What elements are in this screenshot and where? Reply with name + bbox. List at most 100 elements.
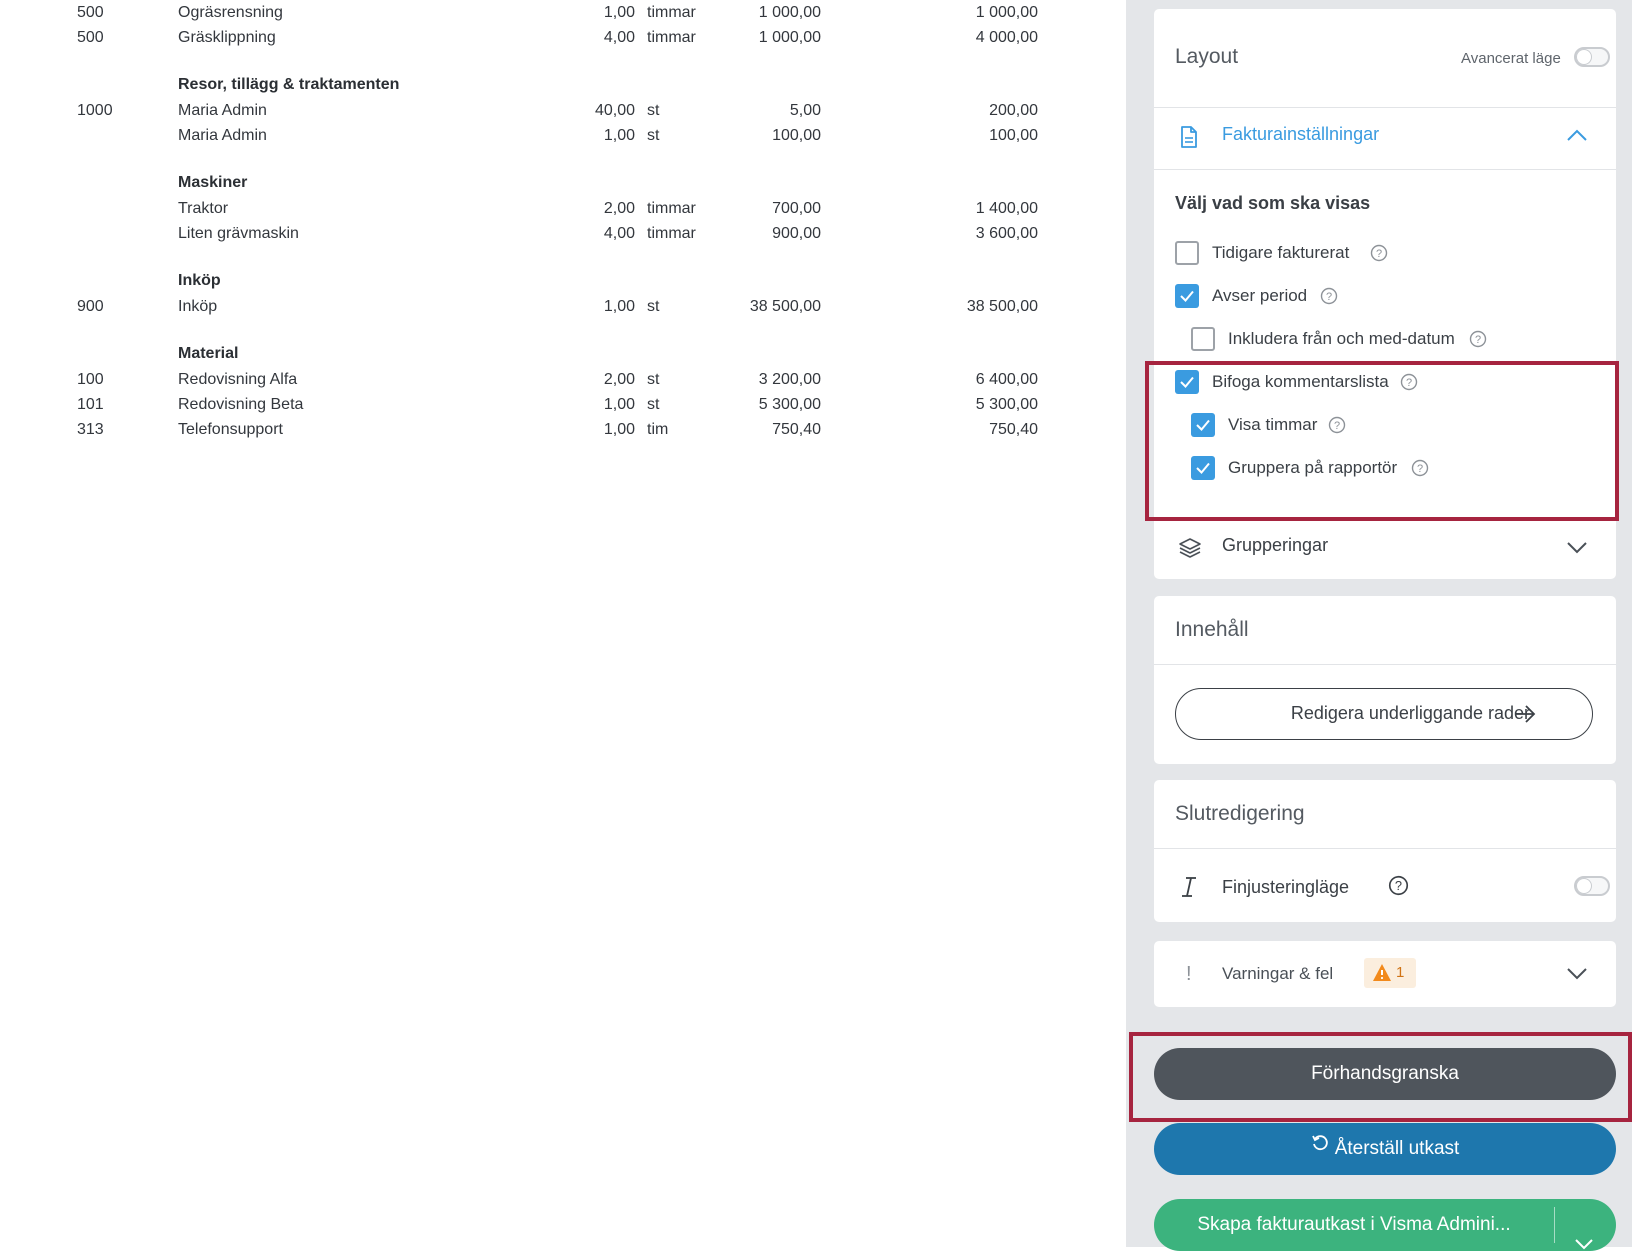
item-total: 750,40: [989, 421, 1038, 438]
chevron-down-icon[interactable]: [1574, 1219, 1594, 1251]
item-price: 900,00: [772, 225, 821, 242]
item-total: 1 400,00: [975, 200, 1038, 217]
item-total: 1 000,00: [975, 4, 1038, 21]
item-total: 100,00: [989, 127, 1038, 144]
svg-text:?: ?: [1326, 291, 1332, 303]
svg-text:?: ?: [1334, 420, 1340, 432]
item-description: Ogräsrensning: [178, 4, 283, 21]
previously-invoiced-checkbox[interactable]: [1175, 241, 1199, 265]
item-code: 100: [77, 371, 104, 388]
item-price: 5 300,00: [758, 396, 821, 413]
period-checkbox[interactable]: [1175, 284, 1199, 308]
group-by-reporter-label: Gruppera på rapportör: [1228, 458, 1398, 477]
item-total: 5 300,00: [975, 396, 1038, 413]
finetune-toggle[interactable]: [1574, 876, 1610, 896]
include-dates-checkbox[interactable]: [1191, 327, 1215, 351]
item-quantity: 2,00: [603, 371, 635, 388]
item-code: 500: [77, 29, 104, 46]
final-edit-title: Slutredigering: [1175, 802, 1305, 825]
warnings-label: Varningar & fel: [1222, 964, 1334, 983]
help-icon[interactable]: ?: [1400, 373, 1418, 391]
item-quantity: 1,00: [603, 298, 635, 315]
invoice-settings-label: Fakturainställningar: [1222, 124, 1380, 144]
group-heading: Inköp: [178, 272, 221, 289]
warning-count: 1: [1396, 964, 1405, 981]
groupings-label: Grupperingar: [1222, 535, 1329, 555]
item-code: 900: [77, 298, 104, 315]
item-total: 38 500,00: [966, 298, 1038, 315]
item-code: 500: [77, 4, 104, 21]
item-unit: st: [647, 371, 660, 388]
item-total: 4 000,00: [975, 29, 1038, 46]
item-description: Maria Admin: [178, 127, 267, 144]
item-unit: st: [647, 298, 660, 315]
chevron-up-icon[interactable]: [1566, 128, 1588, 147]
item-price: 3 200,00: [758, 371, 821, 388]
table-row: Liten grävmaskin 4,00 timmar 900,00 3 60…: [0, 222, 1126, 246]
item-unit: st: [647, 127, 660, 144]
previously-invoiced-label: Tidigare fakturerat: [1212, 243, 1350, 262]
item-quantity: 4,00: [603, 225, 635, 242]
reset-draft-label: Återställ utkast: [1334, 1138, 1460, 1159]
advanced-mode-toggle[interactable]: [1574, 47, 1610, 67]
item-code: 1000: [77, 102, 113, 119]
period-label: Avser period: [1212, 286, 1308, 305]
reset-draft-button[interactable]: Återställ utkast: [1154, 1123, 1616, 1175]
item-price: 700,00: [772, 200, 821, 217]
warning-triangle-icon: [1373, 964, 1391, 981]
item-quantity: 40,00: [594, 102, 635, 119]
item-total: 3 600,00: [975, 225, 1038, 242]
comment-list-checkbox[interactable]: [1175, 370, 1199, 394]
help-icon[interactable]: ?: [1411, 459, 1429, 477]
show-hours-checkbox[interactable]: [1191, 413, 1215, 437]
arrow-right-icon: [1514, 705, 1536, 728]
warning-badge: 1: [1364, 958, 1416, 988]
invoice-settings-header[interactable]: Fakturainställningar: [1154, 108, 1616, 168]
table-row: 500 Gräsklippning 4,00 timmar 1 000,00 4…: [0, 26, 1126, 50]
help-icon[interactable]: ?: [1328, 416, 1346, 434]
divider: [1154, 848, 1616, 849]
help-icon[interactable]: ?: [1320, 287, 1338, 305]
table-row: Traktor 2,00 timmar 700,00 1 400,00: [0, 197, 1126, 221]
item-unit: timmar: [647, 29, 696, 46]
reset-icon: [1311, 1121, 1329, 1173]
item-price: 750,40: [772, 421, 821, 438]
item-description: Inköp: [178, 298, 218, 315]
item-quantity: 1,00: [603, 4, 635, 21]
warnings-card[interactable]: ! Varningar & fel 1: [1154, 941, 1616, 1007]
item-quantity: 2,00: [603, 200, 635, 217]
item-quantity: 4,00: [603, 29, 635, 46]
help-icon[interactable]: ?: [1469, 330, 1487, 348]
table-row: 500 Ogräsrensning 1,00 timmar 1 000,00 1…: [0, 1, 1126, 25]
chevron-down-icon[interactable]: [1566, 541, 1588, 560]
table-row: Maria Admin 1,00 st 100,00 100,00: [0, 124, 1126, 148]
item-description: Gräsklippning: [178, 29, 276, 46]
content-card: Innehåll Redigera underliggande rader: [1154, 596, 1616, 764]
create-invoice-button[interactable]: Skapa fakturautkast i Visma Admini...: [1154, 1199, 1616, 1251]
invoice-preview: 500 Ogräsrensning 1,00 timmar 1 000,00 1…: [0, 0, 1126, 1247]
include-dates-label: Inkludera från och med-datum: [1228, 329, 1455, 348]
layers-icon: [1178, 536, 1202, 565]
item-unit: timmar: [647, 4, 696, 21]
choose-heading: Välj vad som ska visas: [1175, 193, 1371, 213]
help-icon[interactable]: ?: [1370, 244, 1388, 262]
item-quantity: 1,00: [603, 421, 635, 438]
group-heading: Resor, tillägg & traktamenten: [178, 76, 400, 93]
chevron-down-icon[interactable]: [1566, 967, 1588, 986]
item-description: Telefonsupport: [178, 421, 283, 438]
item-unit: tim: [647, 421, 669, 438]
item-price: 1 000,00: [758, 29, 821, 46]
edit-rows-button[interactable]: Redigera underliggande rader: [1175, 688, 1593, 740]
item-description: Redovisning Alfa: [178, 371, 298, 388]
layout-title: Layout: [1175, 45, 1239, 68]
create-invoice-label: Skapa fakturautkast i Visma Admini...: [1197, 1214, 1511, 1235]
groupings-header[interactable]: Grupperingar: [1154, 519, 1616, 579]
split-divider: [1554, 1207, 1555, 1243]
group-by-reporter-checkbox[interactable]: [1191, 456, 1215, 480]
help-icon[interactable]: ?: [1388, 875, 1409, 896]
finetune-label: Finjusteringläge: [1222, 877, 1350, 897]
preview-button[interactable]: Förhandsgranska: [1154, 1048, 1616, 1100]
item-price: 38 500,00: [749, 298, 821, 315]
item-price: 1 000,00: [758, 4, 821, 21]
item-description: Redovisning Beta: [178, 396, 304, 413]
